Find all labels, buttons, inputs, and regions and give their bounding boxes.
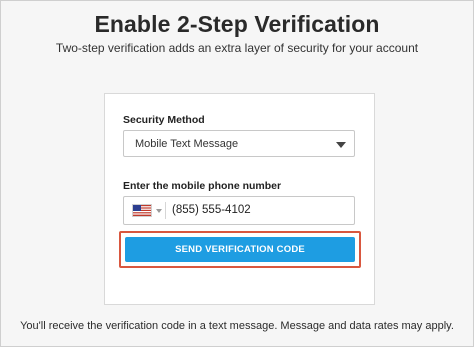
us-flag-icon[interactable] — [132, 204, 152, 217]
phone-number-label: Enter the mobile phone number — [123, 180, 282, 192]
security-method-value: Mobile Text Message — [135, 138, 239, 150]
footer-note: You'll receive the verification code in … — [20, 320, 454, 332]
phone-number-value: (855) 555-4102 — [172, 204, 251, 216]
screenshot-frame: Enable 2-Step Verification Two-step veri… — [0, 0, 474, 347]
chevron-down-icon — [336, 142, 346, 148]
field-divider — [165, 202, 166, 219]
security-method-select[interactable]: Mobile Text Message — [123, 130, 355, 157]
page-title: Enable 2-Step Verification — [94, 11, 380, 37]
verification-card: Security Method Mobile Text Message Ente… — [104, 93, 375, 305]
security-method-label: Security Method — [123, 114, 205, 126]
send-verification-code-button[interactable]: SEND VERIFICATION CODE — [125, 237, 355, 262]
page-subtitle: Two-step verification adds an extra laye… — [55, 41, 419, 55]
phone-number-field[interactable]: (855) 555-4102 — [123, 196, 355, 225]
send-button-highlight: SEND VERIFICATION CODE — [119, 231, 361, 268]
country-dropdown-caret-icon[interactable] — [156, 209, 162, 213]
